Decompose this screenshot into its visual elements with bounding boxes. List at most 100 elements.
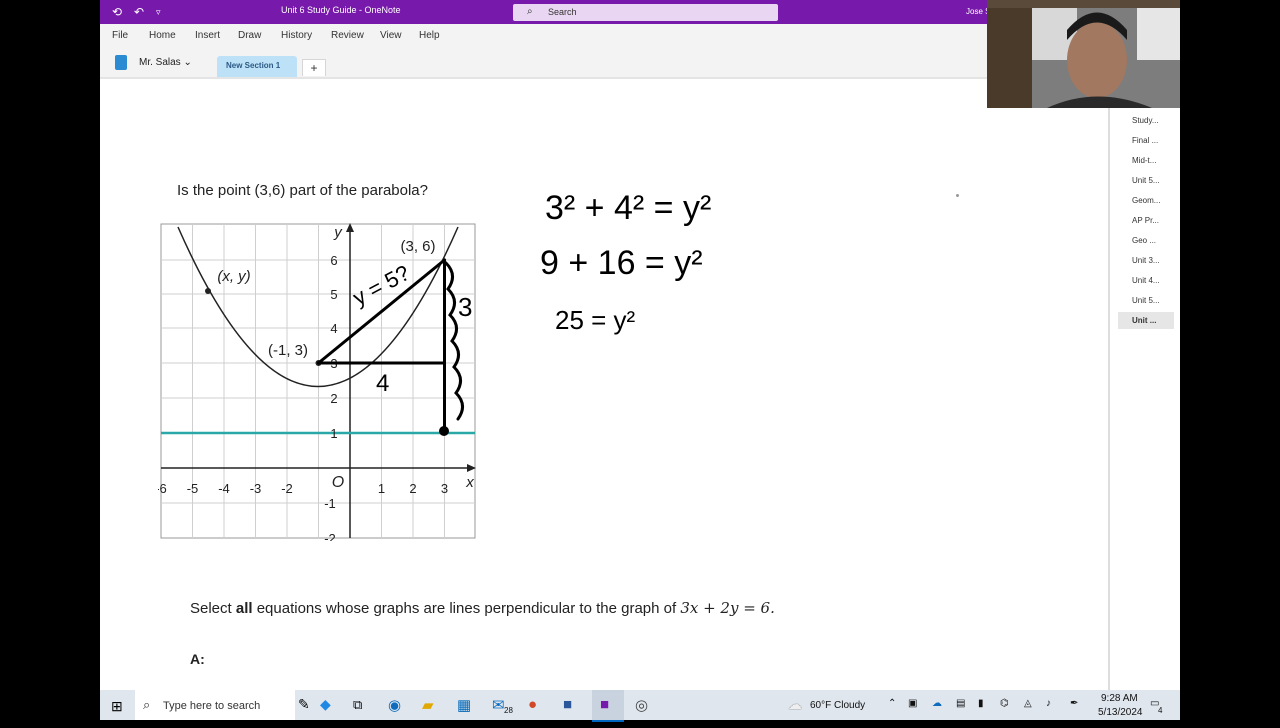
page-item[interactable]: Study... [1118,112,1174,129]
windows-start-icon[interactable]: ⊞ [111,698,123,728]
tray-app2-icon[interactable]: ▤ [956,698,965,709]
clock-date[interactable]: 5/13/2024 [1098,707,1143,718]
mail-badge: 28 [504,706,513,715]
edge-search-icon[interactable]: ◆ [320,696,331,726]
y-tick: 6 [330,253,337,268]
onedrive-icon[interactable]: ☁ [932,698,942,709]
chevron-up-icon[interactable]: ⌃ [888,698,896,709]
clock-time[interactable]: 9:28 AM [1101,693,1138,704]
webcam-overlay [987,0,1180,108]
window-title: Unit 6 Study Guide - OneNote [281,5,401,15]
chevron-down-icon: ⌄ [183,57,192,68]
origin-label: O [332,474,344,491]
search-input[interactable]: ⌕ Search [513,4,778,21]
x-tick: 1 [378,481,385,496]
tray-app-icon[interactable]: ▣ [908,698,917,709]
recorder-icon[interactable]: ◎ [635,696,648,726]
parabola-graph: -6 -5 -4 -3 -2 1 2 3 6 5 4 3 2 1 -1 -2 O… [158,223,476,541]
question-text: Is the point (3,6) part of the parabola? [177,182,428,199]
cloud-icon: ☁ [788,696,802,712]
answer-a-label: A: [190,651,205,667]
page-item-active[interactable]: Unit ... [1118,312,1174,329]
x-tick: -4 [218,481,230,496]
file-explorer-icon[interactable]: ▰ [422,696,434,726]
y-tick: 1 [330,426,337,441]
task-view-icon[interactable]: ⧉ [353,697,362,727]
taskbar: ⊞ ⌕ Type here to search ✎ ◆ ⧉ ◉ ▰ ▦ ✉ 28… [100,690,1180,722]
menu-help[interactable]: Help [419,30,440,41]
handwritten-equations: 3² + 4² = y² 9 + 16 = y² 25 = y² [540,189,711,335]
notebook-name: Mr. Salas [139,57,181,68]
y-tick: 5 [330,287,337,302]
menu-insert[interactable]: Insert [195,30,220,41]
menu-review[interactable]: Review [331,30,364,41]
search-icon: ⌕ [143,697,151,712]
edge-browser-icon[interactable]: ◉ [388,696,401,726]
x-tick: -5 [187,481,199,496]
menu-view[interactable]: View [380,30,402,41]
network-icon[interactable]: ⌬ [1000,698,1009,709]
microsoft-store-icon[interactable]: ▦ [457,696,471,726]
ink-label-3: 3 [458,292,472,322]
page-item[interactable]: Unit 5... [1118,292,1174,309]
word-icon[interactable]: ■ [563,696,572,726]
page-canvas[interactable]: Is the point (3,6) part of the parabola? [100,79,1108,690]
notification-badge: 4 [1158,706,1163,715]
back-icon[interactable]: ⟲ [112,4,122,20]
select-bold: all [235,600,253,617]
page-item[interactable]: Geo ... [1118,232,1174,249]
x-tick: -6 [158,481,167,496]
y-tick: 4 [330,321,337,336]
quick-access-dropdown-icon[interactable]: ▿ [156,4,161,20]
mail-icon[interactable]: ✉ [492,696,505,726]
taskbar-search-input[interactable]: ⌕ Type here to search [135,690,295,720]
page-item[interactable]: Final ... [1118,132,1174,149]
select-prefix: Select [190,600,236,617]
menu-history[interactable]: History [281,30,312,41]
weather-text[interactable]: 60°F Cloudy [810,700,865,711]
volume-icon[interactable]: ♪ [1046,698,1051,709]
menu-file[interactable]: File [112,30,128,41]
select-equation: 3x + 2y = 6. [680,599,775,617]
x-tick: -3 [250,481,262,496]
point-m1-3-label: (-1, 3) [268,342,308,359]
onenote-window: ⟲ ↶ ▿ Unit 6 Study Guide - OneNote ⌕ Sea… [100,0,1180,720]
ink-equation-line3: 25 = y² [555,305,636,335]
section-tab-label: New Section 1 [226,61,281,70]
x-tick: 3 [441,481,448,496]
tab-new-section-1[interactable]: New Section 1 [217,56,297,77]
page-item[interactable]: Unit 3... [1118,252,1174,269]
undo-icon[interactable]: ↶ [134,4,144,20]
y-tick: 2 [330,391,337,406]
powerpoint-icon[interactable]: ● [528,696,537,726]
ink-label-4: 4 [376,370,389,397]
point-xy-marker [205,288,211,294]
search-icon: ⌕ [527,6,533,17]
webcam-feed [987,0,1180,108]
widget-pencil-icon[interactable]: ✎ [298,696,310,726]
y-tick: -1 [324,496,336,511]
ink-speck [956,194,959,197]
menu-draw[interactable]: Draw [238,30,261,41]
select-suffix: equations whose graphs are lines perpend… [252,600,681,617]
y-tick: -2 [324,531,336,541]
add-section-button[interactable]: + [302,59,326,76]
notebook-icon[interactable] [115,55,127,70]
notebook-selector[interactable]: Mr. Salas ⌄ [139,57,192,68]
point-xy-label: (x, y) [217,268,250,285]
wifi-icon[interactable]: ◬ [1024,698,1032,709]
x-axis-label: x [465,474,474,491]
menu-home[interactable]: Home [149,30,176,41]
taskbar-search-placeholder: Type here to search [163,700,261,712]
page-item[interactable]: Geom... [1118,192,1174,209]
page-item[interactable]: AP Pr... [1118,212,1174,229]
microphone-icon[interactable]: ▮ [978,698,984,709]
page-item[interactable]: Mid-t... [1118,152,1174,169]
ink-equation-line2: 9 + 16 = y² [540,244,703,282]
page-item[interactable]: Unit 4... [1118,272,1174,289]
page-item[interactable]: Unit 5... [1118,172,1174,189]
pen-icon[interactable]: ✒ [1070,698,1078,709]
select-question: Select all equations whose graphs are li… [190,599,775,617]
search-placeholder: Search [548,7,577,17]
x-tick: 2 [409,481,416,496]
